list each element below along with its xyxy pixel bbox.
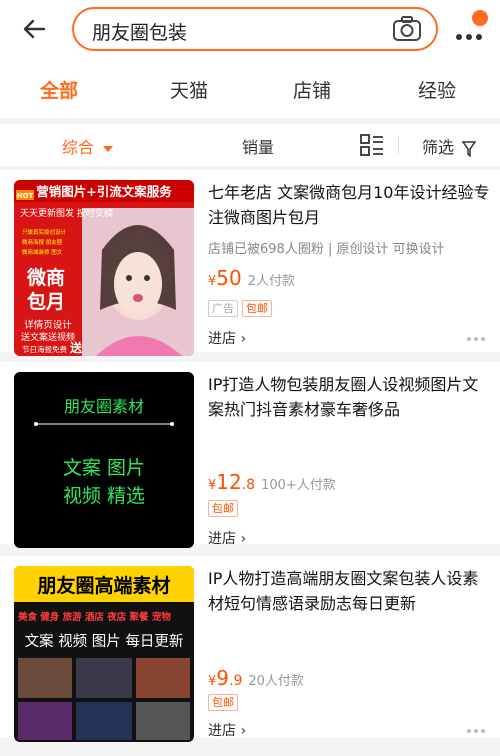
camera-icon[interactable] [392,16,422,42]
thumb-big-2: 包月 [27,290,65,313]
product-title[interactable]: 七年老店 文案微商包月10年设计经验专注微商图片包月 [208,180,490,230]
price-line: ¥ 9 .9 20人付款 [208,666,304,690]
price-decimal: .9 [229,673,243,689]
thumb-t1: 朋友圈素材 [64,397,144,416]
free-shipping-tag: 包邮 [242,300,272,317]
tab-tmall[interactable]: 天猫 [170,76,208,103]
product-title[interactable]: IP人物打造高端朋友圈文案包装人设素材短句情感语录励志每日更新 [208,566,490,616]
price: 50 [216,266,242,290]
thumb-t3: 视频 精选 [63,485,145,507]
thumb-t1: 朋友圈高端素材 [37,574,170,597]
price: 12 [216,470,242,494]
thumb-foot-1: 节日海报免费 [22,344,67,354]
tags: 包邮 [208,694,238,711]
tab-shops[interactable]: 店铺 [293,76,331,103]
thumb-banner: 营销图片+引流文案服务 [36,184,172,199]
buyers-count: 100+人付款 [261,478,336,493]
more-options-icon[interactable] [466,728,486,734]
thumb-t3: 文案 视频 图片 每日更新 [25,632,184,650]
tab-all[interactable]: 全部 [40,76,78,103]
thumb-line-1: 详情页设计 [24,319,72,331]
currency-symbol: ¥ [208,478,217,493]
product-card[interactable]: 朋友圈高端素材 美食 健身 旅游 酒店 夜店 聚餐 宠物 文案 视频 图片 每日… [0,556,500,742]
free-shipping-tag: 包邮 [208,500,238,517]
funnel-icon [461,140,477,158]
filter-bar: 综合 销量 筛选 [0,124,500,166]
currency-symbol: ¥ [208,274,217,289]
sort-label: 综合 [62,138,95,157]
filter-divider [398,136,399,154]
price-line: ¥ 50 2人付款 [208,266,295,290]
search-query[interactable]: 朋友圈包装 [92,18,187,45]
thumb-foot-2: 送 [69,340,83,355]
product-thumbnail[interactable]: 营销图片+引流文案服务 天天更新图发 按时交稿 HOT 只做真实原创设计 微商海… [14,180,194,356]
category-tabs: 全部 天猫 店铺 经验 [0,60,500,118]
product-card[interactable]: 朋友圈素材 文案 图片 视频 精选 IP打造人物包装朋友圈人设视频图片文案热门抖… [0,362,500,548]
thumb-tiny-1: 只做真实原创设计 [22,228,67,236]
filter-label: 筛选 [422,138,455,157]
enter-store-link[interactable]: 进店 › [208,328,246,348]
enter-store-link[interactable]: 进店 › [208,720,246,740]
thumb-hot: HOT [17,192,34,200]
product-card[interactable]: 营销图片+引流文案服务 天天更新图发 按时交稿 HOT 只做真实原创设计 微商海… [0,170,500,356]
search-box[interactable]: 朋友圈包装 [72,7,438,51]
currency-symbol: ¥ [208,674,217,689]
thumb-tiny-2: 微商海报 朋友圈 [22,238,63,246]
tags: 广告 包邮 [208,300,272,317]
price-line: ¥ 12 .8 100+人付款 [208,470,336,494]
thumb-t2: 文案 图片 [63,457,145,479]
enter-store-link[interactable]: 进店 › [208,528,246,548]
product-thumbnail[interactable]: 朋友圈素材 文案 图片 视频 精选 [14,372,194,548]
more-options-icon[interactable] [466,336,486,342]
thumb-tiny-3: 微商城装修 图文 [22,248,63,256]
more-icon[interactable] [452,10,494,50]
filter-button[interactable]: 筛选 [422,134,477,158]
back-arrow-icon[interactable] [20,14,50,44]
thumb-sub: 天天更新图发 按时交稿 [20,207,113,219]
buyers-count: 2人付款 [247,274,296,289]
thumb-big-1: 微商 [26,266,65,289]
sort-comprehensive[interactable]: 综合 [62,134,114,158]
product-title[interactable]: IP打造人物包装朋友圈人设视频图片文案热门抖音素材豪车奢侈品 [208,372,490,422]
shop-info: 店铺已被698人圈粉 | 原创设计 可换设计 [208,242,445,257]
price: 9 [216,666,230,690]
list-view-icon[interactable] [360,134,384,156]
thumb-t2: 美食 健身 旅游 酒店 夜店 聚餐 宠物 [17,611,171,623]
tab-experience[interactable]: 经验 [418,76,456,103]
ad-tag: 广告 [208,300,238,317]
thumb-line-2: 送文案送视频 [21,331,75,343]
buyers-count: 20人付款 [248,674,304,689]
price-decimal: .8 [241,477,256,493]
top-bar: 朋友圈包装 [0,0,500,60]
sort-sales[interactable]: 销量 [242,134,274,158]
product-thumbnail[interactable]: 朋友圈高端素材 美食 健身 旅游 酒店 夜店 聚餐 宠物 文案 视频 图片 每日… [14,566,194,742]
tags: 包邮 [208,500,238,517]
free-shipping-tag: 包邮 [208,694,238,711]
caret-down-icon [103,145,114,152]
